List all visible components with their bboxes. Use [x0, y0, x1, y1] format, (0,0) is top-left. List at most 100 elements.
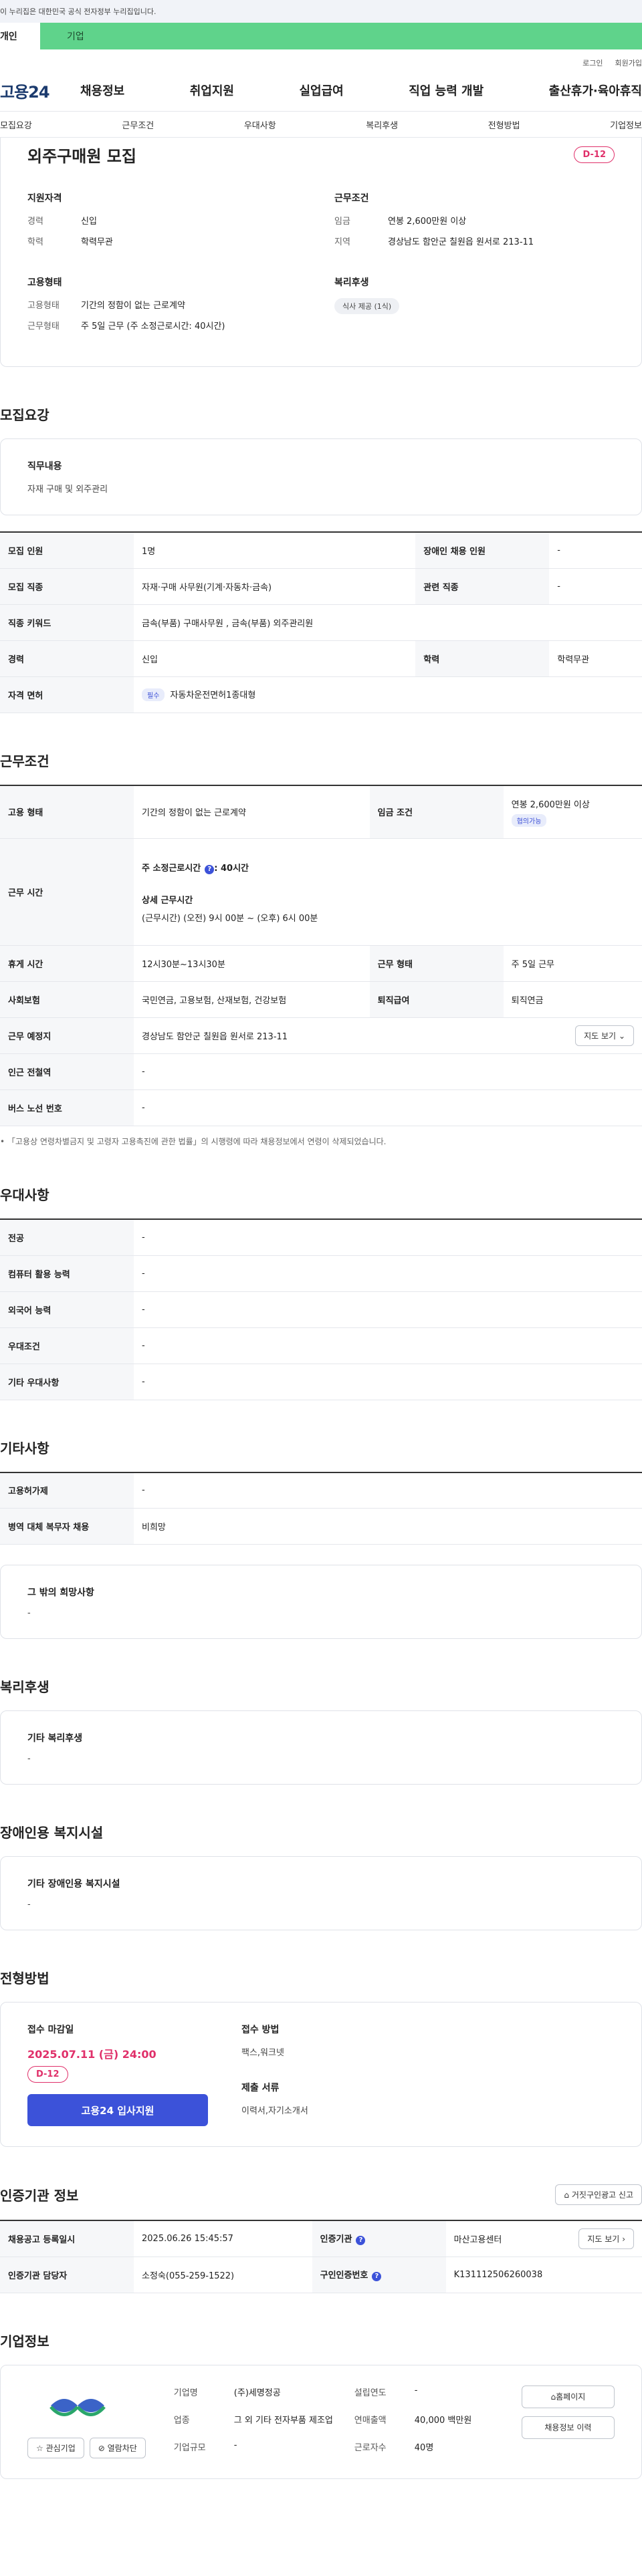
label: 근로자수	[354, 2442, 387, 2453]
value: -	[134, 1472, 642, 1509]
label: 인증기관	[320, 2234, 352, 2245]
section-nav: 모집요강 근무조건 우대사항 복리후생 전형방법 기업정보	[0, 111, 642, 138]
place-value: 경상남도 함안군 칠원읍 원서로 213-11	[142, 1032, 288, 1042]
section-nav-item[interactable]: 전형방법	[488, 118, 520, 131]
deadline-value: 2025.07.11 (금) 24:00	[27, 2048, 156, 2061]
hours-total-value: : 40시간	[214, 863, 249, 874]
employment-block: 고용형태 고용형태 기간의 정함이 없는 근로계약 근무형태 주 5일 근무 (주 …	[27, 275, 308, 340]
recruit-section-title: 모집요강	[0, 407, 49, 423]
label: 버스 노선 번호	[0, 1089, 134, 1126]
table-row: 병역 대체 복무자 채용 비희망	[0, 1508, 642, 1545]
value: 자재·구매 사무원(기계·자동차·금속)	[134, 568, 416, 605]
benefits-section-title: 복리후생	[0, 1679, 49, 1695]
section-nav-item[interactable]: 복리후생	[366, 118, 398, 131]
home-icon: ⌂	[564, 2190, 572, 2200]
company-section-title: 기업정보	[0, 2333, 49, 2349]
info-icon[interactable]: ?	[356, 2236, 366, 2246]
value-cell: 연봉 2,600만원 이상 협의가능	[503, 785, 642, 839]
label: 기업명	[173, 2388, 198, 2398]
label: 고용 형태	[0, 785, 134, 839]
welfare-block: 복리후생 식사 제공 (1식)	[334, 275, 615, 340]
value: -	[134, 1291, 642, 1328]
table-row: 근무 시간 주 소정근로시간?: 40시간 상세 근무시간 (근무시간) (오전…	[0, 838, 642, 946]
apply-button[interactable]: 고용24 입사지원	[27, 2094, 208, 2126]
facility-value: -	[27, 1900, 31, 1910]
welfare-chip: 식사 제공 (1식)	[334, 298, 400, 314]
label: 설립연도	[354, 2388, 387, 2398]
gov-banner-text: 이 누리집은 대한민국 공식 전자정부 누리집입니다.	[0, 7, 156, 16]
recruit-table: 모집 인원 1명 장애인 채용 인원 - 모집 직종 자재·구매 사무원(기계·…	[0, 531, 642, 713]
value: -	[134, 1089, 642, 1126]
employment-title: 고용형태	[27, 277, 62, 288]
negotiable-tag: 협의가능	[511, 813, 547, 827]
company-logo	[49, 2398, 106, 2416]
login-link[interactable]: 로그인	[582, 57, 603, 70]
section-nav-item[interactable]: 모집요강	[0, 118, 32, 131]
utility-links: 로그인 회원가입	[0, 49, 642, 70]
selection-section-title: 전형방법	[0, 1970, 49, 1986]
section-nav-item[interactable]: 우대사항	[244, 118, 276, 131]
label: 퇴직급여	[369, 981, 504, 1018]
value: 기간의 정함이 없는 근로계약	[81, 301, 185, 311]
label: 인증기관 담당자	[0, 2257, 134, 2293]
info-icon[interactable]: ?	[372, 2272, 382, 2281]
table-row: 고용 형태 기간의 정함이 없는 근로계약 임금 조건 연봉 2,600만원 이…	[0, 785, 642, 839]
label: 우대조건	[0, 1327, 134, 1364]
menu-item[interactable]: 실업급여	[300, 82, 344, 99]
label: 임금 조건	[369, 785, 504, 839]
main-nav: 고용24 채용정보 취업지원 실업급여 직업 능력 개발 출산휴가·육아휴직	[0, 70, 642, 111]
menu-item[interactable]: 취업지원	[190, 82, 234, 99]
preference-section-title: 우대사항	[0, 1187, 49, 1203]
table-row: 버스 노선 번호 -	[0, 1089, 642, 1126]
tab-personal[interactable]: 개인	[0, 23, 40, 49]
hours-detail-title: 상세 근무시간	[142, 895, 193, 906]
label: 연매출액	[354, 2415, 387, 2426]
benefits-box: 기타 복리후생 -	[0, 1710, 642, 1785]
facility-label: 기타 장애인용 복지시설	[27, 1879, 120, 1890]
menu-item[interactable]: 출산휴가·육아휴직	[549, 82, 642, 99]
value: -	[549, 568, 642, 605]
join-link[interactable]: 회원가입	[615, 57, 642, 70]
label: 외국어 능력	[0, 1291, 134, 1328]
label: 채용공고 등록일시	[0, 2220, 134, 2257]
section-nav-item[interactable]: 근무조건	[122, 118, 154, 131]
table-row: 모집 인원 1명 장애인 채용 인원 -	[0, 532, 642, 569]
value-cell: 마산고용센터 지도 보기 ›	[445, 2220, 642, 2257]
deadline-label: 접수 마감일	[27, 2025, 74, 2035]
value-cell: 필수 자동차운전면허1종대형	[134, 676, 642, 713]
value: -	[134, 1219, 642, 1256]
value: 소정숙(055-259-1522)	[134, 2257, 312, 2293]
docs-value: 이력서,자기소개서	[241, 2106, 308, 2116]
table-row: 직종 키워드 금속(부품) 구매사무원 , 금속(부품) 외주관리원	[0, 604, 642, 641]
map-button[interactable]: 지도 보기 ⌄	[575, 1025, 634, 1046]
label: 관련 직종	[415, 568, 550, 605]
chevron-down-icon: ⌄	[618, 1031, 625, 1041]
homepage-button[interactable]: ⌂ 홈페이지	[521, 2385, 615, 2408]
label: 임금	[334, 217, 350, 227]
report-button[interactable]: ⌂ 거짓구인광고 신고	[555, 2184, 642, 2205]
home-icon: ⌂	[550, 2392, 556, 2402]
welfare-title: 복리후생	[334, 277, 369, 288]
tab-company[interactable]: 기업	[40, 23, 642, 49]
label: 근무 시간	[0, 838, 134, 946]
value: 비희망	[134, 1508, 642, 1545]
conditions-title: 근무조건	[334, 193, 369, 204]
favorite-label: 관심기업	[45, 2443, 76, 2453]
history-button[interactable]: 채용정보 이력	[521, 2416, 615, 2439]
value: 1명	[134, 532, 416, 569]
value: (주)세명정공	[233, 2388, 281, 2398]
table-row: 컴퓨터 활용 능력 -	[0, 1255, 642, 1292]
info-icon[interactable]: ?	[205, 864, 215, 874]
block-button[interactable]: ⊘ 열람차단	[89, 2437, 146, 2458]
label: 근무 예정지	[0, 1017, 134, 1054]
duty-value: 자재 구매 및 외주관리	[27, 485, 108, 495]
agency-map-button[interactable]: 지도 보기 ›	[578, 2228, 634, 2249]
favorite-button[interactable]: ☆ 관심기업	[27, 2437, 84, 2458]
menu-item[interactable]: 직업 능력 개발	[409, 82, 484, 99]
duty-label: 직무내용	[27, 461, 62, 472]
section-nav-item[interactable]: 기업정보	[610, 118, 642, 131]
menu-item[interactable]: 채용정보	[80, 82, 124, 99]
site-logo[interactable]: 고용24	[0, 79, 80, 102]
report-button-label: 거짓구인광고 신고	[571, 2190, 633, 2200]
value-cell: 경상남도 함안군 칠원읍 원서로 213-11 지도 보기 ⌄	[134, 1017, 642, 1054]
